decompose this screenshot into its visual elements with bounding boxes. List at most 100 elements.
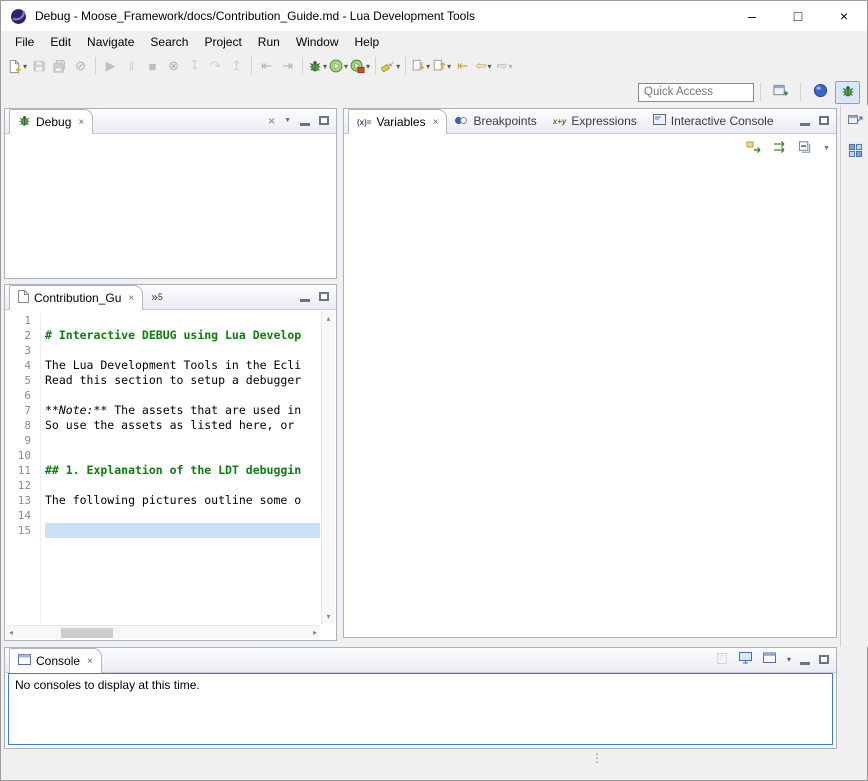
link-with-frame-icon[interactable] xyxy=(772,140,788,157)
dropdown-arrow-icon[interactable]: ▾ xyxy=(509,62,513,71)
tab-contribution-guide[interactable]: Contribution_Gu × xyxy=(9,285,143,310)
editor-line[interactable] xyxy=(45,448,320,463)
suspend-icon: ‖ xyxy=(129,59,134,74)
menu-search[interactable]: Search xyxy=(142,32,196,52)
close-window-button[interactable]: × xyxy=(821,1,867,31)
line-number-ruler[interactable]: 123456789101112131415 xyxy=(5,313,41,623)
tab-variables[interactable]: (x)= Variables × xyxy=(348,109,447,134)
open-console-icon[interactable] xyxy=(762,651,777,668)
editor-line[interactable] xyxy=(45,478,320,493)
scrollbar-thumb[interactable] xyxy=(61,628,113,638)
menu-file[interactable]: File xyxy=(7,32,42,52)
menu-window[interactable]: Window xyxy=(288,32,347,52)
menu-run[interactable]: Run xyxy=(250,32,288,52)
ldt-perspective-button[interactable] xyxy=(808,81,833,104)
view-menu-icon[interactable]: ▼ xyxy=(284,117,291,124)
restore-view-icon[interactable] xyxy=(847,112,863,130)
editor-line[interactable]: The following pictures outline some o xyxy=(45,493,320,508)
close-icon[interactable]: × xyxy=(433,117,439,128)
quick-access-input[interactable]: Quick Access xyxy=(638,83,754,102)
editor-line[interactable] xyxy=(45,433,320,448)
tab-breakpoints[interactable]: Breakpoints xyxy=(447,109,544,133)
minimize-icon[interactable] xyxy=(300,299,310,302)
vertical-scrollbar[interactable]: ▴ ▾ xyxy=(321,311,335,624)
sash-grip[interactable]: ⋮ xyxy=(589,753,605,775)
toolbar-separator xyxy=(405,57,406,75)
editor-line[interactable]: So use the assets as listed here, or xyxy=(45,418,320,433)
maximize-icon[interactable] xyxy=(819,655,829,664)
open-perspective-icon xyxy=(772,83,789,101)
maximize-icon[interactable] xyxy=(319,292,329,301)
app-icon xyxy=(10,8,27,25)
run-button[interactable]: ▾ xyxy=(328,55,349,77)
maximize-window-button[interactable]: □ xyxy=(775,1,821,31)
debug-perspective-button[interactable] xyxy=(835,81,860,104)
tab-interactive-console[interactable]: Interactive Console xyxy=(645,109,782,133)
step-return-button: ↥ xyxy=(226,55,247,77)
debug-view-content[interactable] xyxy=(5,134,336,278)
previous-annotation-button[interactable]: ▾ xyxy=(431,55,452,77)
new-wizard-button[interactable]: ▾ xyxy=(6,55,28,77)
close-icon[interactable]: × xyxy=(128,293,134,304)
dropdown-arrow-icon[interactable]: ▾ xyxy=(23,62,27,71)
console-content[interactable]: No consoles to display at this time. xyxy=(8,673,833,745)
dropdown-arrow-icon[interactable]: ▾ xyxy=(488,62,492,71)
dropdown-arrow-icon[interactable]: ▾ xyxy=(344,62,348,71)
dropdown-arrow-icon[interactable]: ▾ xyxy=(396,62,400,71)
suspend-button: ‖ xyxy=(121,55,142,77)
next-annotation-button[interactable]: ▾ xyxy=(410,55,431,77)
minimize-icon[interactable] xyxy=(800,662,810,665)
editor-line[interactable] xyxy=(45,523,320,538)
editor-line[interactable]: The Lua Development Tools in the Ecli xyxy=(45,358,320,373)
editor-line[interactable]: ## 1. Explanation of the LDT debuggin xyxy=(45,463,320,478)
view-menu-icon[interactable]: ▼ xyxy=(823,145,830,152)
forward-button: ⇨▾ xyxy=(494,55,515,77)
collapse-all-icon[interactable] xyxy=(798,140,813,157)
menu-edit[interactable]: Edit xyxy=(42,32,79,52)
close-icon[interactable]: × xyxy=(87,656,93,667)
scroll-right-icon[interactable]: ▸ xyxy=(313,628,317,637)
minimize-icon[interactable] xyxy=(800,123,810,126)
editor-line[interactable]: Read this section to setup a debugger xyxy=(45,373,320,388)
show-logical-structures-icon[interactable] xyxy=(746,140,762,157)
maximize-icon[interactable] xyxy=(319,116,329,125)
editor-line[interactable] xyxy=(45,508,320,523)
tab-console[interactable]: Console × xyxy=(9,648,102,673)
menu-help[interactable]: Help xyxy=(347,32,388,52)
menu-navigate[interactable]: Navigate xyxy=(79,32,142,52)
scroll-up-icon[interactable]: ▴ xyxy=(326,314,330,323)
last-edit-location-button[interactable]: ⇤ xyxy=(452,55,473,77)
dropdown-arrow-icon[interactable]: ▾ xyxy=(447,62,451,71)
editor-line[interactable] xyxy=(45,313,320,328)
editor-tab-overflow[interactable]: »5 xyxy=(143,285,171,309)
editor-line[interactable] xyxy=(45,388,320,403)
dropdown-arrow-icon[interactable]: ▾ xyxy=(366,62,370,71)
debug-button[interactable]: ▾ xyxy=(307,55,328,77)
menu-project[interactable]: Project xyxy=(196,32,249,52)
editor-tab-bar: Contribution_Gu × »5 xyxy=(5,285,336,310)
scroll-left-icon[interactable]: ◂ xyxy=(9,628,13,637)
tab-label: Debug xyxy=(36,115,71,129)
back-button[interactable]: ⇦▾ xyxy=(473,55,494,77)
mark-occurrences-button[interactable]: ▾ xyxy=(380,55,401,77)
display-selected-console-icon[interactable] xyxy=(738,651,753,668)
external-tools-button[interactable]: ▾ xyxy=(349,55,371,77)
editor-line[interactable]: **Note:** The assets that are used in xyxy=(45,403,320,418)
horizontal-scrollbar[interactable]: ◂ ▸ xyxy=(6,625,320,639)
minimize-icon[interactable] xyxy=(300,123,310,126)
close-icon[interactable]: × xyxy=(78,117,84,128)
dropdown-arrow-icon[interactable]: ▾ xyxy=(426,62,430,71)
editor-text-area[interactable]: # Interactive DEBUG using Lua Develop The… xyxy=(45,313,320,623)
editor-line[interactable]: # Interactive DEBUG using Lua Develop xyxy=(45,328,320,343)
variables-content[interactable]: ▼ xyxy=(344,134,836,637)
maximize-icon[interactable] xyxy=(819,116,829,125)
scroll-down-icon[interactable]: ▾ xyxy=(326,612,330,621)
minimize-window-button[interactable]: – xyxy=(729,1,775,31)
dropdown-arrow-icon[interactable]: ▾ xyxy=(323,62,327,71)
minimized-view-icon[interactable] xyxy=(848,143,863,161)
dropdown-arrow-icon[interactable]: ▾ xyxy=(787,655,791,664)
tab-debug[interactable]: Debug × xyxy=(9,109,93,134)
open-perspective-button[interactable] xyxy=(768,81,793,104)
tab-expressions[interactable]: x+y Expressions xyxy=(545,109,645,133)
editor-line[interactable] xyxy=(45,343,320,358)
